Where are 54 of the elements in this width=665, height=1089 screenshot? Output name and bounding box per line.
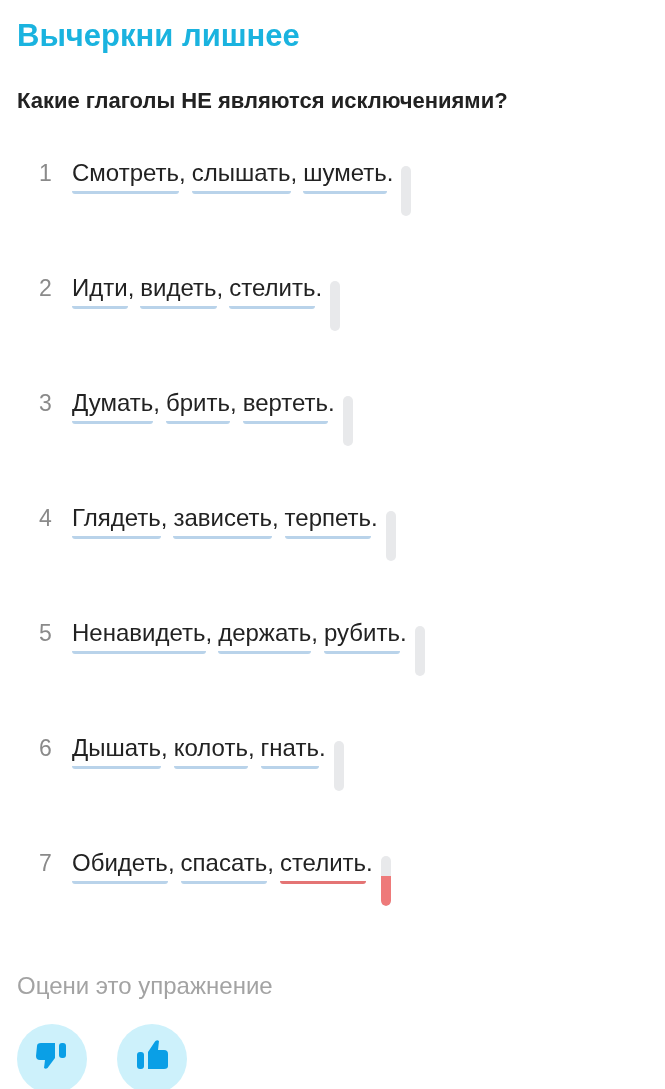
- row-number: 5: [38, 619, 53, 648]
- word-option[interactable]: Ненавидеть: [72, 616, 206, 654]
- punctuation: ,: [271, 503, 279, 533]
- punctuation: .: [371, 503, 378, 533]
- row-number: 7: [38, 849, 53, 878]
- punctuation: ,: [161, 733, 168, 763]
- page-title: Вычеркни лишнее: [17, 17, 301, 55]
- word-option[interactable]: Глядеть: [72, 501, 161, 539]
- word-option[interactable]: зависеть: [173, 501, 272, 539]
- word-option[interactable]: гнать: [260, 731, 319, 769]
- word-option[interactable]: шуметь: [303, 156, 387, 194]
- punctuation: ,: [127, 273, 135, 303]
- word-option[interactable]: слышать: [191, 156, 291, 194]
- punctuation: ,: [267, 848, 274, 878]
- word-option[interactable]: колоть: [173, 731, 248, 769]
- punctuation: .: [315, 273, 323, 303]
- punctuation: .: [386, 158, 394, 188]
- word-option[interactable]: Обидеть: [72, 846, 168, 884]
- word-option[interactable]: Идти: [72, 271, 128, 309]
- word-option[interactable]: держать: [218, 616, 312, 654]
- row-number: 2: [38, 274, 53, 303]
- punctuation: ,: [247, 733, 255, 763]
- word-option[interactable]: рубить: [323, 616, 400, 654]
- word-option[interactable]: вертеть: [242, 386, 329, 424]
- punctuation: ,: [205, 618, 213, 648]
- thumbs-down-icon: [35, 1042, 69, 1072]
- row-number: 1: [38, 159, 53, 188]
- punctuation: .: [399, 618, 407, 648]
- word-option[interactable]: Смотреть: [72, 156, 180, 194]
- punctuation: ,: [179, 158, 186, 188]
- row-number: 3: [38, 389, 53, 418]
- word-option[interactable]: терпеть: [284, 501, 372, 539]
- punctuation: .: [318, 733, 326, 763]
- rating-label: Оцени это упражнение: [17, 971, 274, 1001]
- punctuation: ,: [311, 618, 318, 648]
- punctuation: .: [366, 848, 373, 878]
- punctuation: .: [328, 388, 335, 418]
- row-number: 6: [38, 734, 53, 763]
- word-option[interactable]: стелить: [229, 271, 316, 309]
- punctuation: ,: [167, 848, 175, 878]
- word-option[interactable]: видеть: [140, 271, 217, 309]
- word-option[interactable]: стелить: [279, 846, 367, 884]
- punctuation: ,: [230, 388, 237, 418]
- word-option[interactable]: Дышать: [72, 731, 162, 769]
- question: Какие глаголы НЕ являются исключениями?: [17, 87, 509, 115]
- thumbs-up-icon: [135, 1038, 169, 1070]
- word-option[interactable]: брить: [166, 386, 230, 424]
- punctuation: ,: [153, 388, 160, 418]
- row-number: 4: [38, 504, 53, 533]
- punctuation: ,: [216, 273, 224, 303]
- word-option[interactable]: Думать: [72, 386, 154, 424]
- word-option[interactable]: спасать: [180, 846, 268, 884]
- punctuation: ,: [160, 503, 168, 533]
- punctuation: ,: [290, 158, 298, 188]
